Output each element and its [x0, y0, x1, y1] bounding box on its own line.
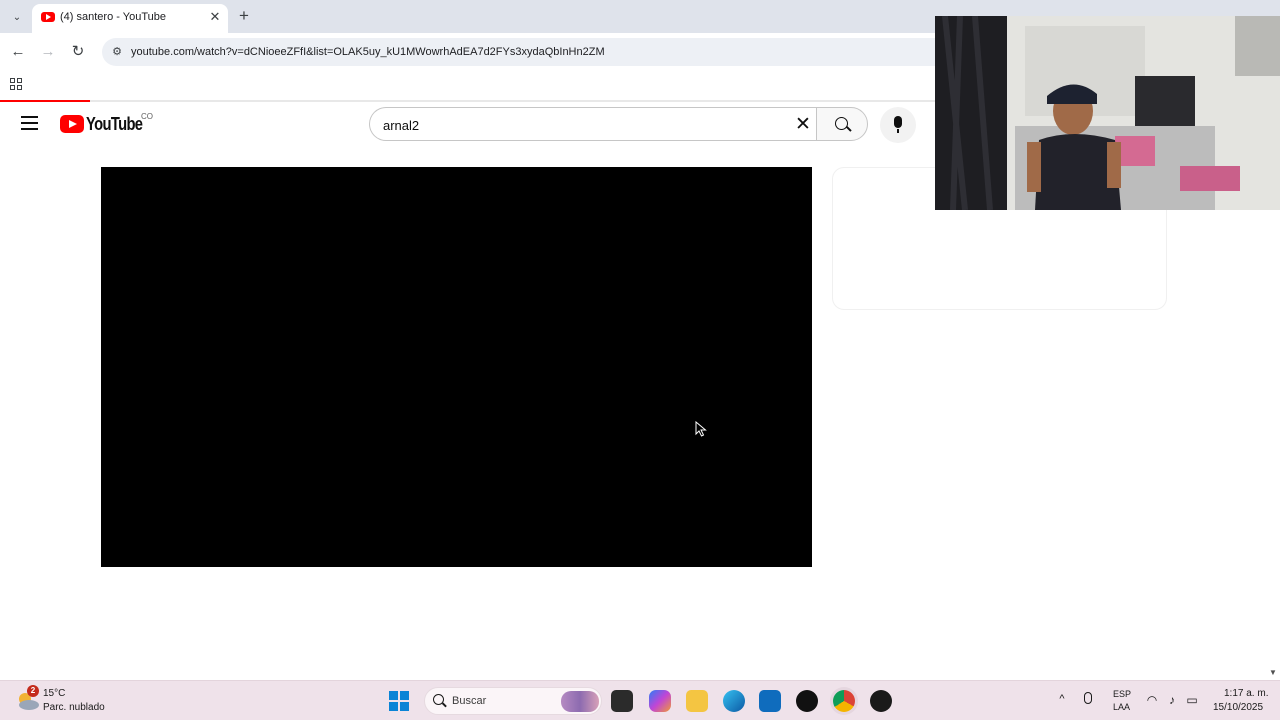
webcam-overlay	[935, 16, 1280, 210]
microphone-icon[interactable]	[1084, 692, 1092, 704]
apps-grid-icon[interactable]	[10, 78, 23, 91]
weather-condition[interactable]: Parc. nublado	[43, 702, 105, 713]
tiktok-icon[interactable]	[796, 690, 818, 712]
chatgpt-icon[interactable]	[870, 690, 892, 712]
weather-temperature[interactable]: 15°C	[43, 688, 65, 699]
youtube-logo-text: YouTube	[86, 114, 143, 134]
outlook-icon[interactable]	[759, 690, 781, 712]
input-layout[interactable]: LAA	[1113, 702, 1130, 712]
forward-button[interactable]: →	[38, 42, 58, 62]
voice-search-button[interactable]	[880, 107, 916, 143]
search-highlight-image	[561, 691, 599, 712]
back-button[interactable]: ←	[8, 42, 28, 62]
scroll-down-arrow-icon[interactable]: ▼	[1268, 668, 1278, 677]
microphone-icon	[894, 116, 902, 133]
wifi-icon[interactable]: ◠	[1145, 693, 1159, 707]
reload-button[interactable]: ↻	[68, 42, 88, 62]
edge-icon[interactable]	[723, 690, 745, 712]
notification-badge: 2	[27, 685, 39, 697]
clear-search-icon[interactable]: ✕	[793, 115, 813, 135]
address-url[interactable]: youtube.com/watch?v=dCNioeeZFfI&list=OLA…	[131, 46, 605, 58]
hamburger-menu-icon[interactable]	[21, 115, 39, 131]
volume-icon[interactable]: ♪	[1165, 693, 1179, 707]
file-explorer-icon[interactable]	[686, 690, 708, 712]
search-icon	[835, 117, 848, 130]
tray-expand-icon[interactable]: ^	[1056, 693, 1068, 705]
taskbar-search-box[interactable]: Buscar	[424, 687, 602, 715]
search-icon	[433, 694, 444, 705]
windows-start-icon[interactable]	[389, 691, 409, 711]
browser-tab-active[interactable]: (4) santero - YouTube ✕	[32, 4, 228, 33]
new-tab-button[interactable]: +	[234, 6, 254, 26]
copilot-icon[interactable]	[649, 690, 671, 712]
page-loading-bar-fill	[0, 100, 90, 102]
windows-taskbar: 2 15°C Parc. nublado Buscar ^ ESP LAA ◠ …	[0, 680, 1280, 720]
task-view-icon[interactable]	[611, 690, 633, 712]
tab-search-menu-icon[interactable]: ⌄	[6, 7, 28, 27]
mouse-cursor-icon	[695, 421, 707, 437]
search-button[interactable]	[816, 107, 868, 141]
tab-title: (4) santero - YouTube	[60, 11, 166, 23]
site-info-icon[interactable]: ⚙	[110, 45, 124, 59]
taskbar-search-label: Buscar	[452, 695, 487, 707]
youtube-favicon-icon	[41, 12, 55, 22]
search-input[interactable]	[383, 115, 783, 135]
clock-time[interactable]: 1:17 a. m.	[1224, 688, 1268, 699]
chrome-icon[interactable]	[833, 690, 855, 712]
country-code: CO	[141, 112, 153, 121]
video-player[interactable]	[101, 167, 812, 567]
webcam-feed-image	[935, 16, 1280, 210]
clock-date[interactable]: 15/10/2025	[1213, 702, 1263, 713]
address-bar[interactable]: ⚙ youtube.com/watch?v=dCNioeeZFfI&list=O…	[102, 38, 962, 66]
search-box: ✕	[369, 107, 817, 141]
tab-close-icon[interactable]: ✕	[207, 9, 223, 25]
input-language[interactable]: ESP	[1113, 689, 1131, 699]
youtube-play-logo-icon	[60, 115, 84, 133]
battery-icon[interactable]: ▭	[1185, 693, 1199, 707]
